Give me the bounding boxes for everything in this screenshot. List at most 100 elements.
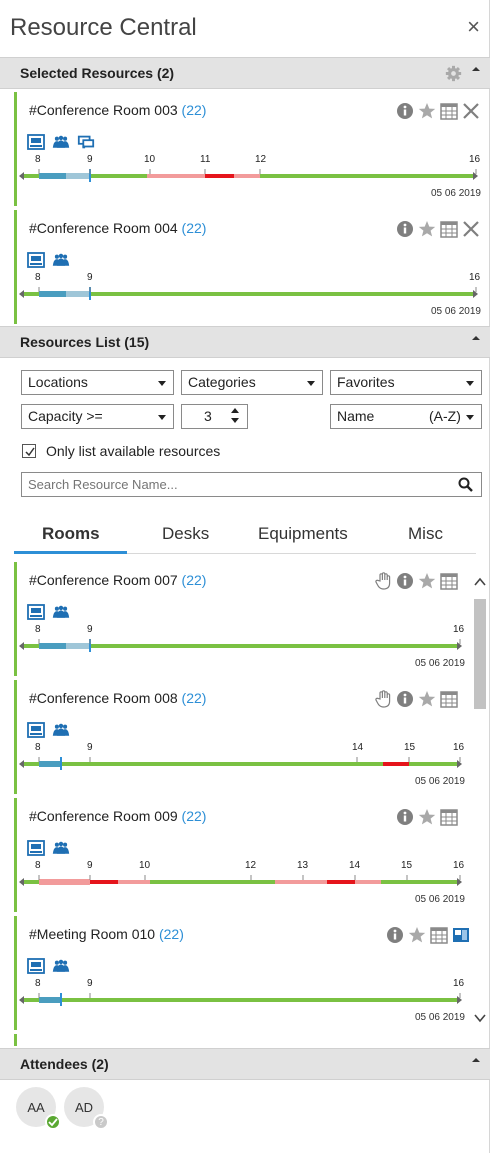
hand-pointer-icon[interactable] — [374, 690, 392, 708]
favorite-star-icon[interactable] — [418, 572, 436, 590]
list-item[interactable] — [14, 1034, 470, 1046]
calendar-icon[interactable] — [440, 808, 458, 826]
stepper-down-icon[interactable] — [231, 418, 239, 423]
people-icon — [52, 959, 70, 972]
remove-icon[interactable] — [462, 220, 480, 238]
chevron-down-icon — [466, 381, 474, 386]
feature-icons — [27, 958, 70, 974]
favorites-label: Favorites — [337, 374, 395, 390]
calendar-icon[interactable] — [440, 220, 458, 238]
capacity-dropdown[interactable]: Capacity >= — [21, 404, 174, 429]
favorite-star-icon[interactable] — [418, 808, 436, 826]
info-icon[interactable] — [396, 220, 414, 238]
favorite-star-icon[interactable] — [418, 690, 436, 708]
hand-pointer-icon[interactable] — [374, 572, 392, 590]
remove-icon[interactable] — [462, 102, 480, 120]
selected-resource-card[interactable]: #Conference Room 003 (22) 8 9 10 11 12 1… — [14, 92, 486, 206]
resource-title[interactable]: #Conference Room 007 (22) — [29, 572, 206, 588]
avatar[interactable]: AA — [16, 1087, 61, 1130]
title-bar: Resource Central × — [0, 0, 490, 57]
search-icon[interactable] — [458, 477, 473, 492]
tick-label: 9 — [87, 624, 93, 635]
search-box[interactable] — [21, 472, 482, 497]
availability-timeline[interactable]: 8 9 16 05 06 2019 — [17, 624, 469, 674]
timeline-date: 05 06 2019 — [430, 188, 481, 199]
collapse-caret-icon[interactable] — [472, 1058, 480, 1062]
resource-title[interactable]: #Conference Room 003 (22) — [29, 102, 206, 118]
tick-label: 9 — [87, 154, 93, 165]
card-actions — [396, 807, 458, 827]
list-item[interactable]: #Conference Room 008 (22) 8 9 14 15 16 0… — [14, 680, 470, 794]
gear-icon[interactable] — [445, 65, 462, 82]
resource-title[interactable]: #Meeting Room 010 (22) — [29, 926, 184, 942]
info-icon[interactable] — [396, 690, 414, 708]
avatar[interactable]: AD ? — [64, 1087, 109, 1130]
projector-icon — [27, 840, 45, 856]
resource-title[interactable]: #Conference Room 008 (22) — [29, 690, 206, 706]
locations-dropdown[interactable]: Locations — [21, 370, 174, 395]
selected-resources-header[interactable]: Selected Resources (2) — [0, 57, 490, 89]
list-item[interactable]: #Meeting Room 010 (22) 8 9 16 05 06 2019 — [14, 916, 470, 1030]
collapse-caret-icon[interactable] — [472, 67, 480, 71]
favorite-star-icon[interactable] — [418, 220, 436, 238]
availability-timeline[interactable]: 8 9 16 05 06 2019 — [17, 978, 469, 1028]
timeline-date: 05 06 2019 — [414, 776, 465, 787]
timeline-graphic — [19, 757, 462, 770]
list-item[interactable]: #Conference Room 007 (22) 8 9 16 05 06 2… — [14, 562, 470, 676]
sort-dropdown[interactable]: Name (A-Z) — [330, 404, 482, 429]
tab-misc[interactable]: Misc — [408, 524, 443, 544]
calendar-icon[interactable] — [440, 690, 458, 708]
resource-list: #Conference Room 007 (22) 8 9 16 05 06 2… — [0, 556, 490, 1046]
accepted-check-icon — [45, 1114, 61, 1130]
list-scrollbar[interactable] — [473, 565, 487, 1033]
resource-title[interactable]: #Conference Room 004 (22) — [29, 220, 206, 236]
resource-name: #Conference Room 004 — [29, 220, 178, 236]
chevron-down-icon — [158, 381, 166, 386]
tick-label: 9 — [87, 272, 93, 283]
info-icon[interactable] — [396, 808, 414, 826]
floor-plan-icon[interactable] — [452, 926, 470, 944]
availability-timeline[interactable]: 8 9 10 12 13 14 15 16 05 06 2019 — [17, 860, 469, 910]
collapse-caret-icon[interactable] — [472, 336, 480, 340]
info-icon[interactable] — [396, 102, 414, 120]
capacity-stepper[interactable]: 3 — [181, 404, 248, 429]
tab-desks[interactable]: Desks — [162, 524, 209, 544]
calendar-icon[interactable] — [430, 926, 448, 944]
tick-label: 13 — [297, 860, 309, 871]
feature-icons — [27, 840, 70, 856]
availability-timeline[interactable]: 8 9 16 05 06 2019 — [17, 272, 485, 322]
tick-label: 8 — [35, 742, 41, 753]
availability-timeline[interactable]: 8 9 14 15 16 05 06 2019 — [17, 742, 469, 792]
sort-name-label: Name — [337, 408, 375, 424]
tick-label: 16 — [453, 860, 465, 871]
availability-timeline[interactable]: 8 9 10 11 12 16 05 06 2019 — [17, 154, 485, 204]
list-item[interactable]: #Conference Room 009 (22) 8 9 10 12 13 1… — [14, 798, 470, 912]
info-icon[interactable] — [396, 572, 414, 590]
info-icon[interactable] — [386, 926, 404, 944]
stepper-up-icon[interactable] — [231, 408, 239, 413]
favorite-star-icon[interactable] — [408, 926, 426, 944]
tab-equipments[interactable]: Equipments — [258, 524, 348, 544]
resources-list-header[interactable]: Resources List (15) — [0, 326, 490, 358]
only-available-checkbox[interactable] — [22, 444, 36, 458]
card-actions — [396, 219, 480, 239]
selected-resource-card[interactable]: #Conference Room 004 (22) 8 9 16 05 06 2… — [14, 210, 486, 324]
resource-capacity: (22) — [181, 572, 207, 588]
calendar-icon[interactable] — [440, 572, 458, 590]
scroll-up-icon[interactable] — [473, 575, 487, 589]
feature-icons — [27, 604, 70, 620]
projector-icon — [27, 252, 45, 268]
checkmark-icon — [25, 447, 35, 457]
categories-dropdown[interactable]: Categories — [181, 370, 323, 395]
resource-title[interactable]: #Conference Room 009 (22) — [29, 808, 206, 824]
tab-rooms[interactable]: Rooms — [42, 524, 100, 544]
tick-label: 14 — [352, 742, 364, 753]
close-button[interactable]: × — [467, 16, 480, 38]
scroll-thumb[interactable] — [474, 599, 486, 709]
favorite-star-icon[interactable] — [418, 102, 436, 120]
search-input[interactable] — [22, 473, 442, 496]
favorites-dropdown[interactable]: Favorites — [330, 370, 482, 395]
attendees-header[interactable]: Attendees (2) — [0, 1048, 490, 1080]
scroll-down-icon[interactable] — [473, 1011, 487, 1025]
calendar-icon[interactable] — [440, 102, 458, 120]
